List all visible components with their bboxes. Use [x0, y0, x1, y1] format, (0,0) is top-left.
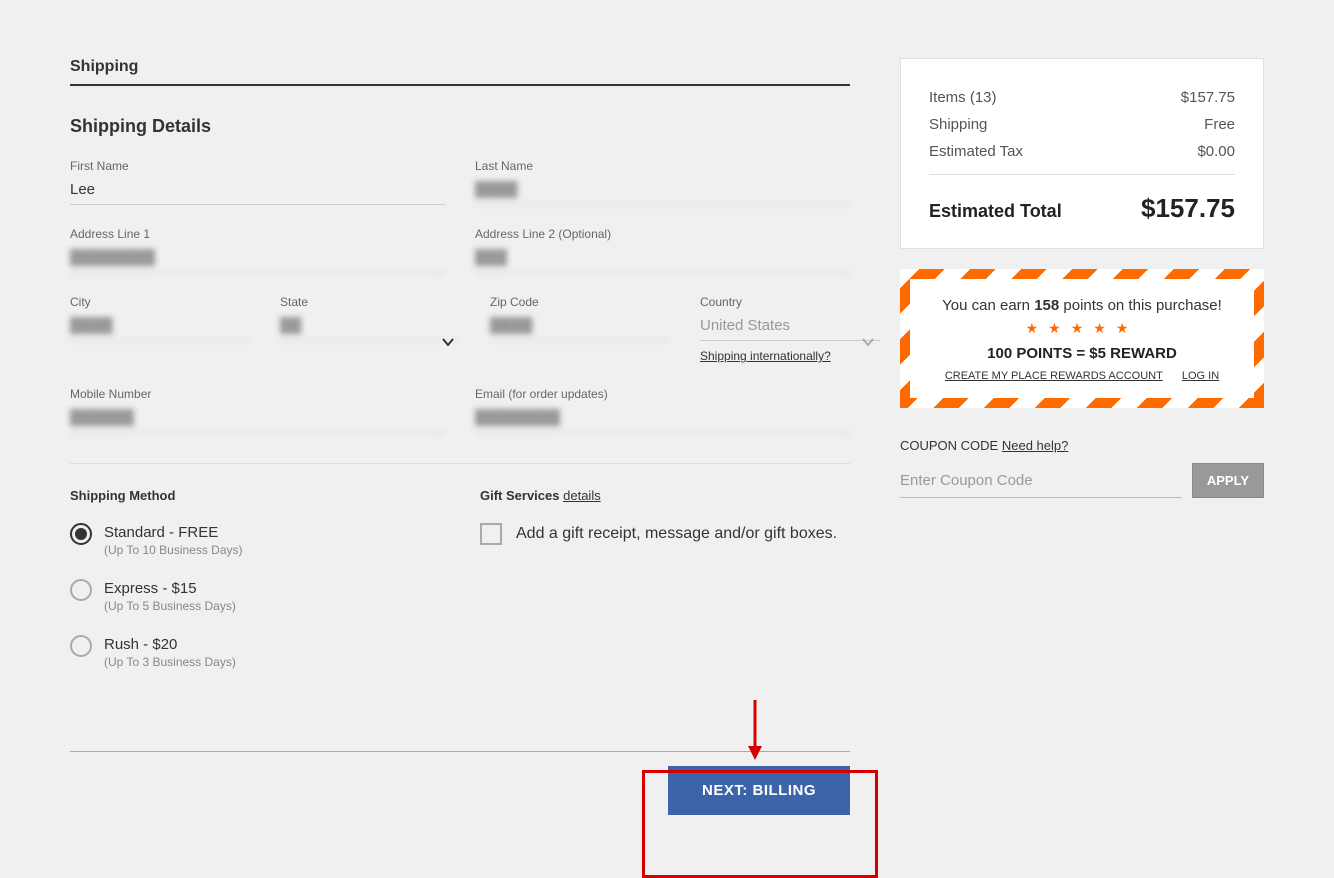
shipping-option-label: Standard - FREE: [104, 524, 243, 541]
gift-receipt-checkbox[interactable]: Add a gift receipt, message and/or gift …: [480, 523, 850, 545]
addr1-input[interactable]: [70, 245, 445, 273]
order-summary-card: Items (13) $157.75 Shipping Free Estimat…: [900, 58, 1264, 249]
shipping-method-heading: Shipping Method: [70, 488, 440, 503]
first-name-label: First Name: [70, 159, 445, 173]
country-select[interactable]: United States: [700, 313, 880, 341]
divider: [929, 174, 1235, 175]
last-name-label: Last Name: [475, 159, 850, 173]
shipping-option-rush[interactable]: Rush - $20 (Up To 3 Business Days): [70, 635, 440, 669]
shipping-option-label: Express - $15: [104, 580, 236, 597]
summary-shipping-value: Free: [1204, 116, 1235, 133]
coupon-code-label: COUPON CODE Need help?: [900, 438, 1264, 453]
summary-tax-label: Estimated Tax: [929, 143, 1023, 160]
login-link[interactable]: LOG IN: [1182, 370, 1219, 382]
gift-checkbox-label: Add a gift receipt, message and/or gift …: [516, 525, 837, 543]
shipping-option-sub: (Up To 5 Business Days): [104, 599, 236, 613]
summary-items-label: Items (13): [929, 89, 997, 106]
mobile-input[interactable]: [70, 405, 445, 433]
shipping-option-sub: (Up To 10 Business Days): [104, 543, 243, 557]
divider: [70, 463, 850, 464]
zip-label: Zip Code: [490, 295, 670, 309]
country-label: Country: [700, 295, 880, 309]
state-select[interactable]: [280, 313, 460, 341]
coupon-help-link[interactable]: Need help?: [1002, 438, 1069, 453]
shipping-internationally-link[interactable]: Shipping internationally?: [700, 349, 831, 363]
addr2-label: Address Line 2 (Optional): [475, 227, 850, 241]
radio-checked-icon: [70, 523, 92, 545]
estimated-total-label: Estimated Total: [929, 201, 1062, 222]
coupon-code-input[interactable]: [900, 468, 1182, 498]
checkbox-unchecked-icon: [480, 523, 502, 545]
last-name-input[interactable]: [475, 177, 850, 205]
email-input[interactable]: [475, 405, 850, 433]
shipping-option-sub: (Up To 3 Business Days): [104, 655, 236, 669]
state-label: State: [280, 295, 460, 309]
first-name-input[interactable]: [70, 177, 445, 205]
rewards-card: You can earn 158 points on this purchase…: [900, 269, 1264, 408]
gift-services-heading: Gift Services details: [480, 488, 850, 503]
next-billing-button[interactable]: NEXT: BILLING: [668, 766, 850, 815]
shipping-option-express[interactable]: Express - $15 (Up To 5 Business Days): [70, 579, 440, 613]
addr1-label: Address Line 1: [70, 227, 445, 241]
radio-unchecked-icon: [70, 635, 92, 657]
rewards-conversion-text: 100 POINTS = $5 REWARD: [930, 345, 1234, 362]
stars-icon: ★★★★★: [930, 320, 1234, 337]
zip-input[interactable]: [490, 313, 670, 341]
estimated-total-value: $157.75: [1141, 193, 1235, 224]
summary-shipping-label: Shipping: [929, 116, 987, 133]
mobile-label: Mobile Number: [70, 387, 445, 401]
addr2-input[interactable]: [475, 245, 850, 273]
gift-details-link[interactable]: details: [563, 488, 601, 503]
summary-tax-value: $0.00: [1197, 143, 1235, 160]
rewards-earn-text: You can earn 158 points on this purchase…: [930, 297, 1234, 314]
shipping-option-label: Rush - $20: [104, 636, 236, 653]
divider: [70, 751, 850, 752]
apply-coupon-button[interactable]: APPLY: [1192, 463, 1264, 498]
radio-unchecked-icon: [70, 579, 92, 601]
city-label: City: [70, 295, 250, 309]
city-input[interactable]: [70, 313, 250, 341]
shipping-details-heading: Shipping Details: [70, 116, 850, 137]
section-title-shipping: Shipping: [70, 58, 850, 86]
shipping-option-standard[interactable]: Standard - FREE (Up To 10 Business Days): [70, 523, 440, 557]
create-rewards-account-link[interactable]: CREATE MY PLACE REWARDS ACCOUNT: [945, 370, 1163, 382]
summary-items-value: $157.75: [1181, 89, 1235, 106]
email-label: Email (for order updates): [475, 387, 850, 401]
